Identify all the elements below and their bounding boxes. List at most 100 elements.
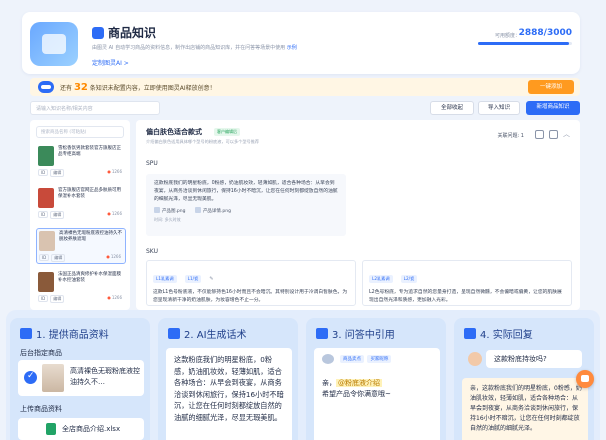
knowledge-subtitle: 介绍偏白肤色适用具体哪个型号的粉底液，可以多个型号推荐 — [146, 139, 260, 144]
step-subtitle: 后台指定商品 — [20, 349, 62, 357]
pending-count: 32 — [73, 82, 88, 93]
quota-value: 2888/3000 — [518, 28, 572, 38]
sku-card[interactable]: L1乳素调 L1/瓷 ✎ 这款L1色号粉底液，不仅能够持色16小时而且不会暗沉。… — [146, 260, 356, 306]
hot-count: 1266 — [107, 295, 122, 300]
workflow-overlay: 1. 提供商品资料 后台指定商品 高清裸色无瑕粉底液控油持久不… 上传商品资料 … — [6, 310, 600, 440]
step-card-2: 2. AI生成话术 这款粉底我们的明星粉底，0粉感，奶油肌妆效，轻薄如肌，适合各… — [158, 318, 298, 440]
sku-card[interactable]: L2乳素调 L2/瓷 L2色号粉底，专为追求自然的您量身打造，呈现自然微醺，不会… — [362, 260, 572, 306]
id-tag: ID — [38, 295, 49, 302]
step-title: 3. 问答中引用 — [316, 326, 395, 341]
product-name: 雪松香氛男款套装官方旗舰店正品专柜高端 — [58, 146, 121, 157]
avatar — [322, 354, 334, 364]
product-list-panel: 搜索商品名称 (可粘贴) 雪松香氛男款套装官方旗舰店正品专柜高端ID编辑1266… — [30, 120, 130, 310]
sku-label: SKU — [146, 248, 158, 255]
page-title: 商品知识 — [92, 24, 156, 41]
message-icon — [464, 328, 476, 339]
spu-label: SPU — [146, 160, 158, 167]
product-thumbnail — [39, 231, 55, 251]
sku-text: L2色号粉底，专为追求自然的您量身打造，呈现自然微醺，不会偏暗或偏黄，让您的肌肤… — [369, 290, 562, 303]
chat-icon — [316, 328, 328, 339]
robot-icon — [38, 81, 54, 93]
sku-text: 这款L1色号粉底液，不仅能够持色16小时而且不会暗沉。其特别设计用于冷调白皙肤色… — [153, 290, 348, 303]
product-name: 官方旗舰店官网正品多肤质可用保湿补水套装 — [58, 188, 121, 199]
id-tag: ID — [39, 254, 50, 261]
product-list-item[interactable]: 高清裸色无瑕粉底液控油持久不脱妆养肤遮瑕 ID编辑 1266 — [36, 228, 126, 264]
status-badge: 客户编辑后 — [214, 128, 240, 136]
settings-icon[interactable] — [535, 130, 544, 139]
variable-chips: 商品卖点 买家昵称 — [340, 355, 393, 363]
knowledge-search-input[interactable]: 请输入知识名称/相关内容 — [30, 101, 160, 115]
one-click-add-button[interactable]: 一键添加 — [528, 80, 574, 94]
knowledge-title: 偏白肤色适合款式 — [146, 128, 202, 136]
notice-banner: 还有 32 条知识未配置内容，立即使用图灵AI释放创意！ 一键添加 — [30, 78, 580, 96]
step-card-3: 3. 问答中引用 商品卖点 买家昵称 亲， @粉底液介绍 希望产品令你满意哦~ — [306, 318, 446, 440]
product-thumbnail — [38, 146, 54, 166]
quota-progress-fill — [478, 42, 569, 45]
uploaded-file[interactable]: 全店商品介绍.xlsx — [18, 418, 144, 440]
custom-ai-link[interactable]: 定制图灵AI > — [92, 58, 129, 67]
step-title: 4. 实际回复 — [464, 326, 533, 341]
selected-product[interactable]: 高清裸色无瑕粉底液控油持久不… — [18, 360, 144, 396]
hot-count: 1266 — [107, 169, 122, 174]
product-thumbnail — [38, 188, 54, 208]
chevron-up-icon[interactable]: ︿ — [563, 130, 572, 139]
step-subtitle: 上传商品资料 — [20, 405, 62, 413]
add-knowledge-button[interactable]: 新增商品知识 — [526, 101, 580, 115]
id-tag: ID — [38, 169, 49, 176]
product-list-item[interactable]: 法国正品清爽修护补水保湿面膜补水控油套装 ID编辑 1266 — [36, 270, 126, 306]
quota-progress-bar — [478, 42, 572, 45]
file-chip[interactable]: 产品图.png — [154, 207, 186, 214]
reply-editor[interactable]: 商品卖点 买家昵称 亲， @粉底液介绍 希望产品令你满意哦~ — [314, 348, 440, 440]
quota-label: 可用额度： — [494, 33, 520, 39]
sku-chip: L2/瓷 — [400, 275, 418, 283]
sku-chip: L1/瓷 — [184, 275, 202, 283]
edit-tag[interactable]: 编辑 — [51, 254, 66, 262]
file-chip[interactable]: 产品详情.png — [195, 207, 231, 214]
product-thumbnail — [38, 272, 54, 292]
product-thumbnail — [42, 364, 64, 392]
reply-message: 亲， @粉底液介绍 希望产品令你满意哦~ — [322, 379, 391, 398]
spu-text: 这款粉底我们的明星粉底，0粉感，奶油肌妆效，轻薄如肌，适合各种场合：从早会到夜宴… — [154, 181, 338, 202]
delete-icon[interactable] — [549, 130, 558, 139]
customer-question: 这款粉底持妆吗? — [462, 350, 588, 372]
edit-tag[interactable]: 编辑 — [50, 211, 65, 219]
id-tag: ID — [38, 211, 49, 218]
spu-meta: 时间: 多久时效 — [154, 217, 181, 222]
answer-text: 亲，这款粉底我们的明星粉底，0粉感，奶油肌妆效，轻薄如肌，适合各种场合：从早会到… — [462, 378, 588, 440]
edit-tag[interactable]: 编辑 — [50, 169, 65, 177]
variable-chip[interactable]: 商品卖点 — [340, 355, 364, 363]
step-card-1: 1. 提供商品资料 后台指定商品 高清裸色无瑕粉底液控油持久不… 上传商品资料 … — [10, 318, 150, 440]
sku-chip: L1乳素调 — [153, 275, 177, 283]
product-list-item[interactable]: 官方旗舰店官网正品多肤质可用保湿补水套装 ID编辑 1266 — [36, 186, 126, 222]
hot-count: 1266 — [107, 211, 122, 216]
knowledge-logo-icon — [30, 22, 78, 66]
question-text: 这款粉底持妆吗? — [486, 350, 582, 368]
page-description: 由图灵 AI 自动学习商品的资料信息，制作出店铺的商品知识库，并在问答等场景中使… — [92, 45, 297, 51]
import-knowledge-button[interactable]: 导入知识 — [478, 101, 520, 115]
document-icon — [20, 328, 32, 339]
check-icon — [24, 371, 37, 384]
file-name: 全店商品介绍.xlsx — [62, 425, 121, 433]
assistant-chat-icon[interactable] — [576, 370, 594, 388]
step-card-4: 4. 实际回复 这款粉底持妆吗? 亲，这款粉底我们的明星粉底，0粉感，奶油肌妆效… — [454, 318, 594, 440]
step-title: 1. 提供商品资料 — [20, 326, 109, 341]
edit-icon[interactable]: ✎ — [209, 276, 213, 282]
notice-text: 还有 32 条知识未配置内容，立即使用图灵AI释放创意！ — [60, 82, 216, 93]
spu-content[interactable]: 这款粉底我们的明星粉底，0粉感，奶油肌妆效，轻薄如肌，适合各种场合：从早会到夜宴… — [146, 174, 346, 236]
hot-count: 1266 — [106, 254, 121, 259]
collapse-all-button[interactable]: 全部收起 — [430, 101, 474, 115]
product-name: 高清裸色无瑕粉底液控油持久不… — [70, 367, 140, 386]
generated-script: 这款粉底我们的明星粉底，0粉感，奶油肌妆效，轻薄如肌，适合各种场合：从早会到夜宴… — [166, 348, 292, 440]
product-search-input[interactable]: 搜索商品名称 (可粘贴) — [36, 126, 124, 138]
product-list-item[interactable]: 雪松香氛男款套装官方旗舰店正品专柜高端 ID编辑 1266 — [36, 144, 126, 180]
knowledge-detail-panel: 偏白肤色适合款式 客户编辑后 介绍偏白肤色适用具体哪个型号的粉底液，可以多个型号… — [136, 120, 580, 310]
product-name: 法国正品清爽修护补水保湿面膜补水控油套装 — [58, 272, 121, 283]
ai-icon — [168, 328, 180, 339]
edit-tag[interactable]: 编辑 — [50, 295, 65, 303]
related-questions-link[interactable]: 关联问题: 1 — [498, 132, 524, 139]
variable-chip[interactable]: 买家昵称 — [367, 355, 392, 363]
knowledge-reference[interactable]: @粉底液介绍 — [336, 379, 382, 387]
product-name: 高清裸色无瑕粉底液控油持久不脱妆养肤遮瑕 — [59, 231, 122, 242]
example-link[interactable]: 示例 — [287, 45, 297, 51]
step-title: 2. AI生成话术 — [168, 326, 247, 341]
